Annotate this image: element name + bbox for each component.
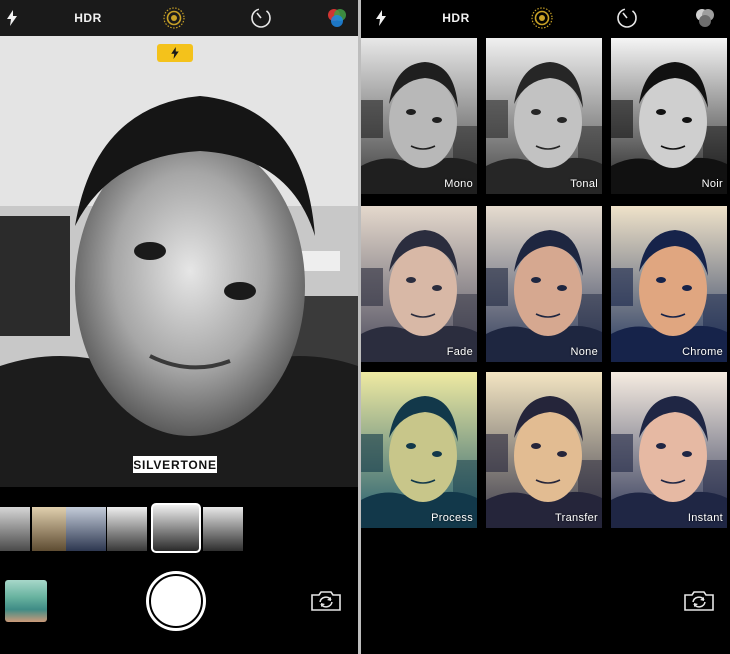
filter-preview-image (361, 38, 477, 194)
filter-option-mono[interactable]: Mono (361, 38, 477, 194)
camera-switch-icon (311, 591, 341, 611)
filter-option-label: Chrome (682, 346, 723, 358)
shutter-button[interactable] (146, 571, 206, 631)
top-toolbar: HDR (361, 0, 730, 36)
timer-icon (617, 8, 637, 28)
flash-button[interactable] (371, 0, 391, 36)
live-photo-icon (163, 7, 185, 29)
camera-switch-button[interactable] (310, 590, 342, 612)
live-photo-button[interactable] (161, 0, 187, 36)
filters-icon (328, 9, 346, 27)
flash-button[interactable] (2, 0, 22, 36)
camera-preview[interactable] (0, 36, 358, 487)
camera-switch-icon (684, 591, 714, 611)
filter-preview-image (361, 372, 477, 528)
filter-option-process[interactable]: Process (361, 372, 477, 528)
timer-button[interactable] (614, 0, 640, 36)
filter-preview-image (486, 372, 602, 528)
filter-option-label: Process (431, 512, 473, 524)
filter-option-noir[interactable]: Noir (611, 38, 727, 194)
filter-option-chrome[interactable]: Chrome (611, 206, 727, 362)
timer-icon (251, 8, 271, 28)
filters-button[interactable] (324, 0, 350, 36)
filter-preview-image (361, 206, 477, 362)
filter-option-label: Tonal (570, 178, 598, 190)
hdr-label: HDR (74, 11, 102, 25)
filter-thumb-1[interactable] (0, 507, 30, 551)
filter-option-tonal[interactable]: Tonal (486, 38, 602, 194)
filter-preview-image (611, 38, 727, 194)
filter-option-label: Transfer (555, 512, 598, 524)
filter-strip[interactable] (0, 503, 358, 554)
filter-option-label: Noir (701, 178, 723, 190)
filter-thumb-6[interactable] (203, 507, 243, 551)
filter-grid-panel: HDR Mono Tonal Noir Fade None Chrome Process Tr… (361, 0, 730, 654)
filter-thumb-selected[interactable] (151, 503, 201, 553)
hdr-button[interactable]: HDR (72, 0, 104, 36)
flash-active-badge (157, 44, 193, 62)
filters-icon (696, 9, 714, 27)
live-photo-button[interactable] (529, 0, 555, 36)
filter-preview-image (611, 372, 727, 528)
timer-button[interactable] (248, 0, 274, 36)
hdr-button[interactable]: HDR (440, 0, 472, 36)
filter-option-instant[interactable]: Instant (611, 372, 727, 528)
flash-icon (7, 10, 17, 26)
filter-option-label: Mono (444, 178, 473, 190)
filter-preview-image (486, 206, 602, 362)
current-filter-label: SILVERTONE (133, 456, 217, 473)
camera-viewfinder-panel: HDR SILVERTONE (0, 0, 358, 654)
live-photo-icon (531, 7, 553, 29)
camera-switch-button[interactable] (683, 590, 715, 612)
filter-option-label: Instant (687, 512, 723, 524)
portrait-preview-image (0, 36, 358, 487)
filter-thumb-3[interactable] (66, 507, 106, 551)
filter-option-label: Fade (446, 346, 473, 358)
flash-icon (171, 47, 179, 59)
filter-preview-image (486, 38, 602, 194)
filter-option-fade[interactable]: Fade (361, 206, 477, 362)
hdr-label: HDR (442, 11, 470, 25)
filter-option-label: None (570, 346, 598, 358)
flash-icon (376, 10, 386, 26)
shutter-inner-ring (149, 574, 203, 628)
filter-option-none[interactable]: None (486, 206, 602, 362)
filter-thumb-4[interactable] (107, 507, 147, 551)
filter-preview-image (611, 206, 727, 362)
photo-library-thumbnail[interactable] (5, 580, 47, 622)
filter-option-transfer[interactable]: Transfer (486, 372, 602, 528)
top-toolbar: HDR (0, 0, 358, 36)
filters-button[interactable] (692, 0, 718, 36)
